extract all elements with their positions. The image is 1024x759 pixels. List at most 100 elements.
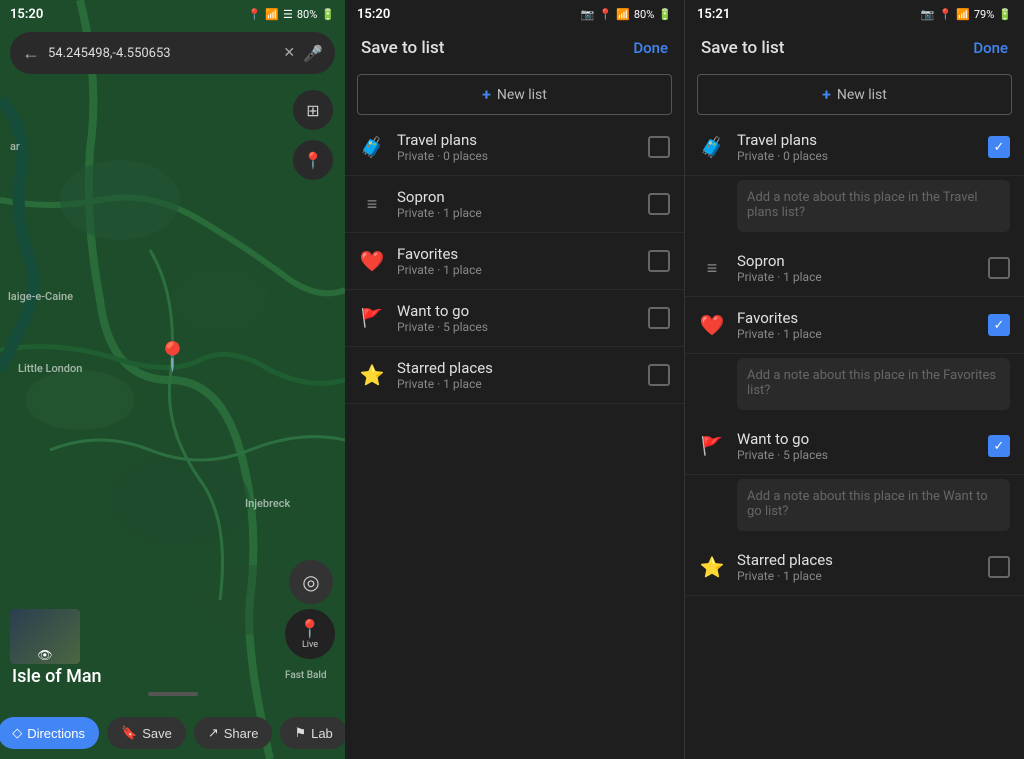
middle-list-items: 🧳 Travel plans Private · 0 places ≡ Sopr… xyxy=(345,119,684,759)
right-favorites-checkbox[interactable] xyxy=(988,314,1010,336)
right-photo-icon: 📷 xyxy=(921,8,935,21)
right-want-to-go-checkbox[interactable] xyxy=(988,435,1010,457)
battery-icon: 🔋 xyxy=(321,8,335,21)
right-want-to-go-note[interactable]: Add a note about this place in the Want … xyxy=(737,479,1010,531)
live-icon: 📍 xyxy=(299,619,321,640)
battery-status: 80% xyxy=(297,8,317,21)
right-favorites-name: Favorites xyxy=(737,309,976,327)
right-done-button[interactable]: Done xyxy=(973,39,1008,57)
list-item[interactable]: ⭐ Starred places Private · 1 place xyxy=(345,347,684,404)
list-item[interactable]: 🧳 Travel plans Private · 0 places xyxy=(345,119,684,176)
right-time: 15:21 xyxy=(697,7,730,22)
list-item[interactable]: ❤️ Favorites Private · 1 place xyxy=(345,233,684,290)
middle-new-list-button[interactable]: + New list xyxy=(357,74,672,115)
back-arrow-icon[interactable]: ← xyxy=(22,43,40,64)
right-want-to-go-icon: 🚩 xyxy=(699,436,725,457)
right-new-list-label: New list xyxy=(837,87,887,103)
sopron-meta: Private · 1 place xyxy=(397,206,636,220)
my-location-button[interactable]: ◎ xyxy=(289,560,333,604)
list-item[interactable]: 🚩 Want to go Private · 5 places xyxy=(345,290,684,347)
want-to-go-info: Want to go Private · 5 places xyxy=(397,302,636,334)
right-travel-plans-meta: Private · 0 places xyxy=(737,149,976,163)
save-button[interactable]: 🔖 Save xyxy=(107,717,186,749)
right-sopron-icon: ≡ xyxy=(699,258,725,279)
right-sopron-name: Sopron xyxy=(737,252,976,270)
map-pin-button[interactable]: 📍 xyxy=(293,140,333,180)
sopron-checkbox[interactable] xyxy=(648,193,670,215)
right-list-item-sopron[interactable]: ≡ Sopron Private · 1 place xyxy=(685,240,1024,297)
location-status-icon: 📍 xyxy=(248,8,262,21)
save-icon: 🔖 xyxy=(121,725,137,741)
middle-panel-title: Save to list xyxy=(361,38,444,58)
right-sopron-checkbox[interactable] xyxy=(988,257,1010,279)
right-favorites-meta: Private · 1 place xyxy=(737,327,976,341)
right-travel-plans-icon: 🧳 xyxy=(699,135,725,159)
layers-icon: ⊞ xyxy=(306,101,319,120)
street-view-thumbnail[interactable]: 👁 xyxy=(10,609,80,664)
right-panel-title: Save to list xyxy=(701,38,784,58)
right-favorites-note[interactable]: Add a note about this place in the Favor… xyxy=(737,358,1010,410)
map-status-bar: 15:20 📍 📶 ☰ 80% 🔋 xyxy=(0,0,345,28)
right-favorites-section: ❤️ Favorites Private · 1 place Add a not… xyxy=(685,297,1024,410)
right-travel-plans-checkbox[interactable] xyxy=(988,136,1010,158)
list-item[interactable]: ≡ Sopron Private · 1 place xyxy=(345,176,684,233)
want-to-go-meta: Private · 5 places xyxy=(397,320,636,334)
favorites-checkbox[interactable] xyxy=(648,250,670,272)
right-travel-plans-section: 🧳 Travel plans Private · 0 places Add a … xyxy=(685,119,1024,232)
right-plus-icon: + xyxy=(822,85,831,104)
mic-icon[interactable]: 🎤 xyxy=(303,44,323,63)
right-starred-info: Starred places Private · 1 place xyxy=(737,551,976,583)
map-label-london: Little London xyxy=(18,362,82,375)
search-bar[interactable]: ← 54.245498,-4.550653 ✕ 🎤 xyxy=(10,32,335,74)
share-button[interactable]: ↗ Share xyxy=(194,717,273,749)
flag-icon: ⚑ xyxy=(294,725,306,741)
clear-icon[interactable]: ✕ xyxy=(283,45,295,61)
want-to-go-icon: 🚩 xyxy=(359,308,385,329)
right-list-item-want-to-go[interactable]: 🚩 Want to go Private · 5 places xyxy=(685,418,1024,475)
right-list-item-starred[interactable]: ⭐ Starred places Private · 1 place xyxy=(685,539,1024,596)
new-list-label: New list xyxy=(497,87,547,103)
middle-done-button[interactable]: Done xyxy=(633,39,668,57)
label-label: Lab xyxy=(311,726,333,741)
middle-battery: 80% xyxy=(634,8,654,21)
right-new-list-button[interactable]: + New list xyxy=(697,74,1012,115)
right-travel-plans-note[interactable]: Add a note about this place in the Trave… xyxy=(737,180,1010,232)
right-location-icon: 📍 xyxy=(938,8,952,21)
right-list-item-favorites[interactable]: ❤️ Favorites Private · 1 place xyxy=(685,297,1024,354)
right-want-to-go-meta: Private · 5 places xyxy=(737,448,976,462)
middle-status-bar: 15:20 📷 📍 📶 80% 🔋 xyxy=(345,0,684,28)
travel-plans-meta: Private · 0 places xyxy=(397,149,636,163)
right-travel-plans-info: Travel plans Private · 0 places xyxy=(737,131,976,163)
middle-wifi-icon: 📶 xyxy=(616,8,630,21)
want-to-go-checkbox[interactable] xyxy=(648,307,670,329)
right-status-bar: 15:21 📷 📍 📶 79% 🔋 xyxy=(685,0,1024,28)
directions-icon: ◇ xyxy=(12,725,22,741)
map-status-icons: 📍 📶 ☰ 80% 🔋 xyxy=(248,8,335,21)
favorites-icon: ❤️ xyxy=(359,249,385,273)
label-button[interactable]: ⚑ Lab xyxy=(280,717,345,749)
middle-location-icon: 📍 xyxy=(598,8,612,21)
right-want-to-go-name: Want to go xyxy=(737,430,976,448)
pin-icon: 📍 xyxy=(303,151,323,170)
live-label: Live xyxy=(302,640,318,650)
search-text: 54.245498,-4.550653 xyxy=(48,46,275,61)
live-button[interactable]: 📍 Live xyxy=(285,609,335,659)
favorites-info: Favorites Private · 1 place xyxy=(397,245,636,277)
travel-plans-checkbox[interactable] xyxy=(648,136,670,158)
directions-button[interactable]: ◇ Directions xyxy=(0,717,99,749)
starred-places-icon: ⭐ xyxy=(359,363,385,387)
right-starred-checkbox[interactable] xyxy=(988,556,1010,578)
right-want-to-go-section: 🚩 Want to go Private · 5 places Add a no… xyxy=(685,418,1024,531)
travel-plans-icon: 🧳 xyxy=(359,135,385,159)
right-panel-header: Save to list Done xyxy=(685,28,1024,68)
middle-status-icons: 📷 📍 📶 80% 🔋 xyxy=(581,8,672,21)
starred-places-checkbox[interactable] xyxy=(648,364,670,386)
map-time: 15:20 xyxy=(10,7,43,22)
right-sopron-meta: Private · 1 place xyxy=(737,270,976,284)
right-battery: 79% xyxy=(974,8,994,21)
sopron-icon: ≡ xyxy=(359,194,385,215)
right-list-item-travel-plans[interactable]: 🧳 Travel plans Private · 0 places xyxy=(685,119,1024,176)
map-layers-button[interactable]: ⊞ xyxy=(293,90,333,130)
right-travel-plans-name: Travel plans xyxy=(737,131,976,149)
travel-plans-info: Travel plans Private · 0 places xyxy=(397,131,636,163)
